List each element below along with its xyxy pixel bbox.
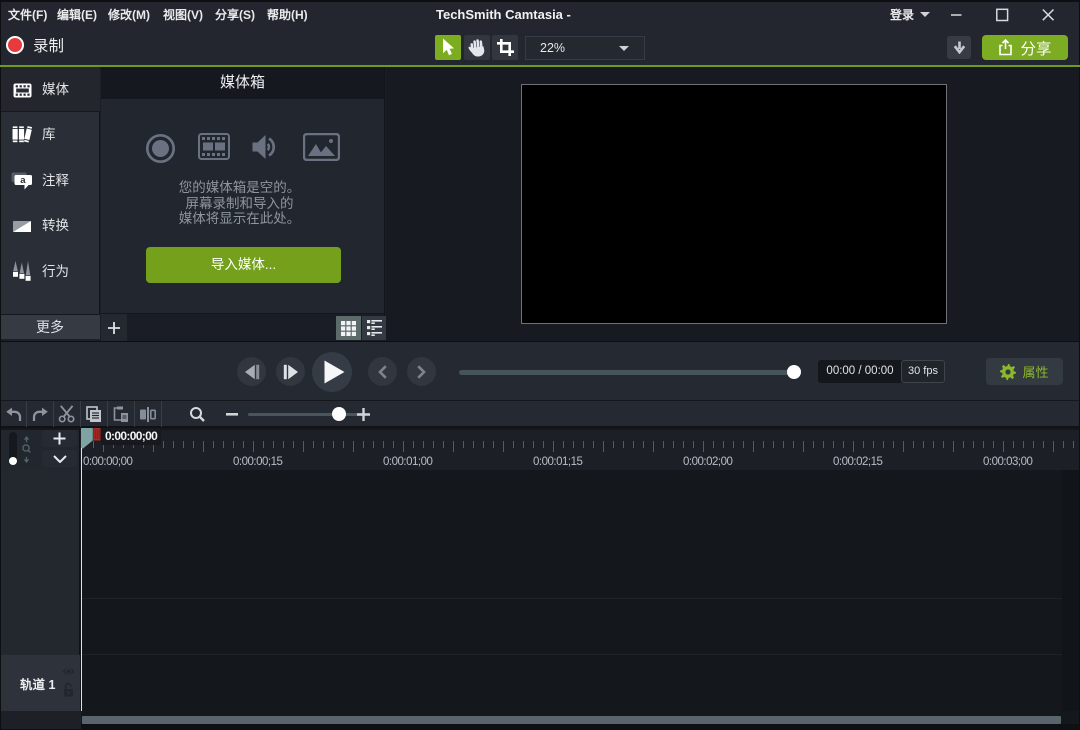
svg-text:a: a [20,175,26,186]
